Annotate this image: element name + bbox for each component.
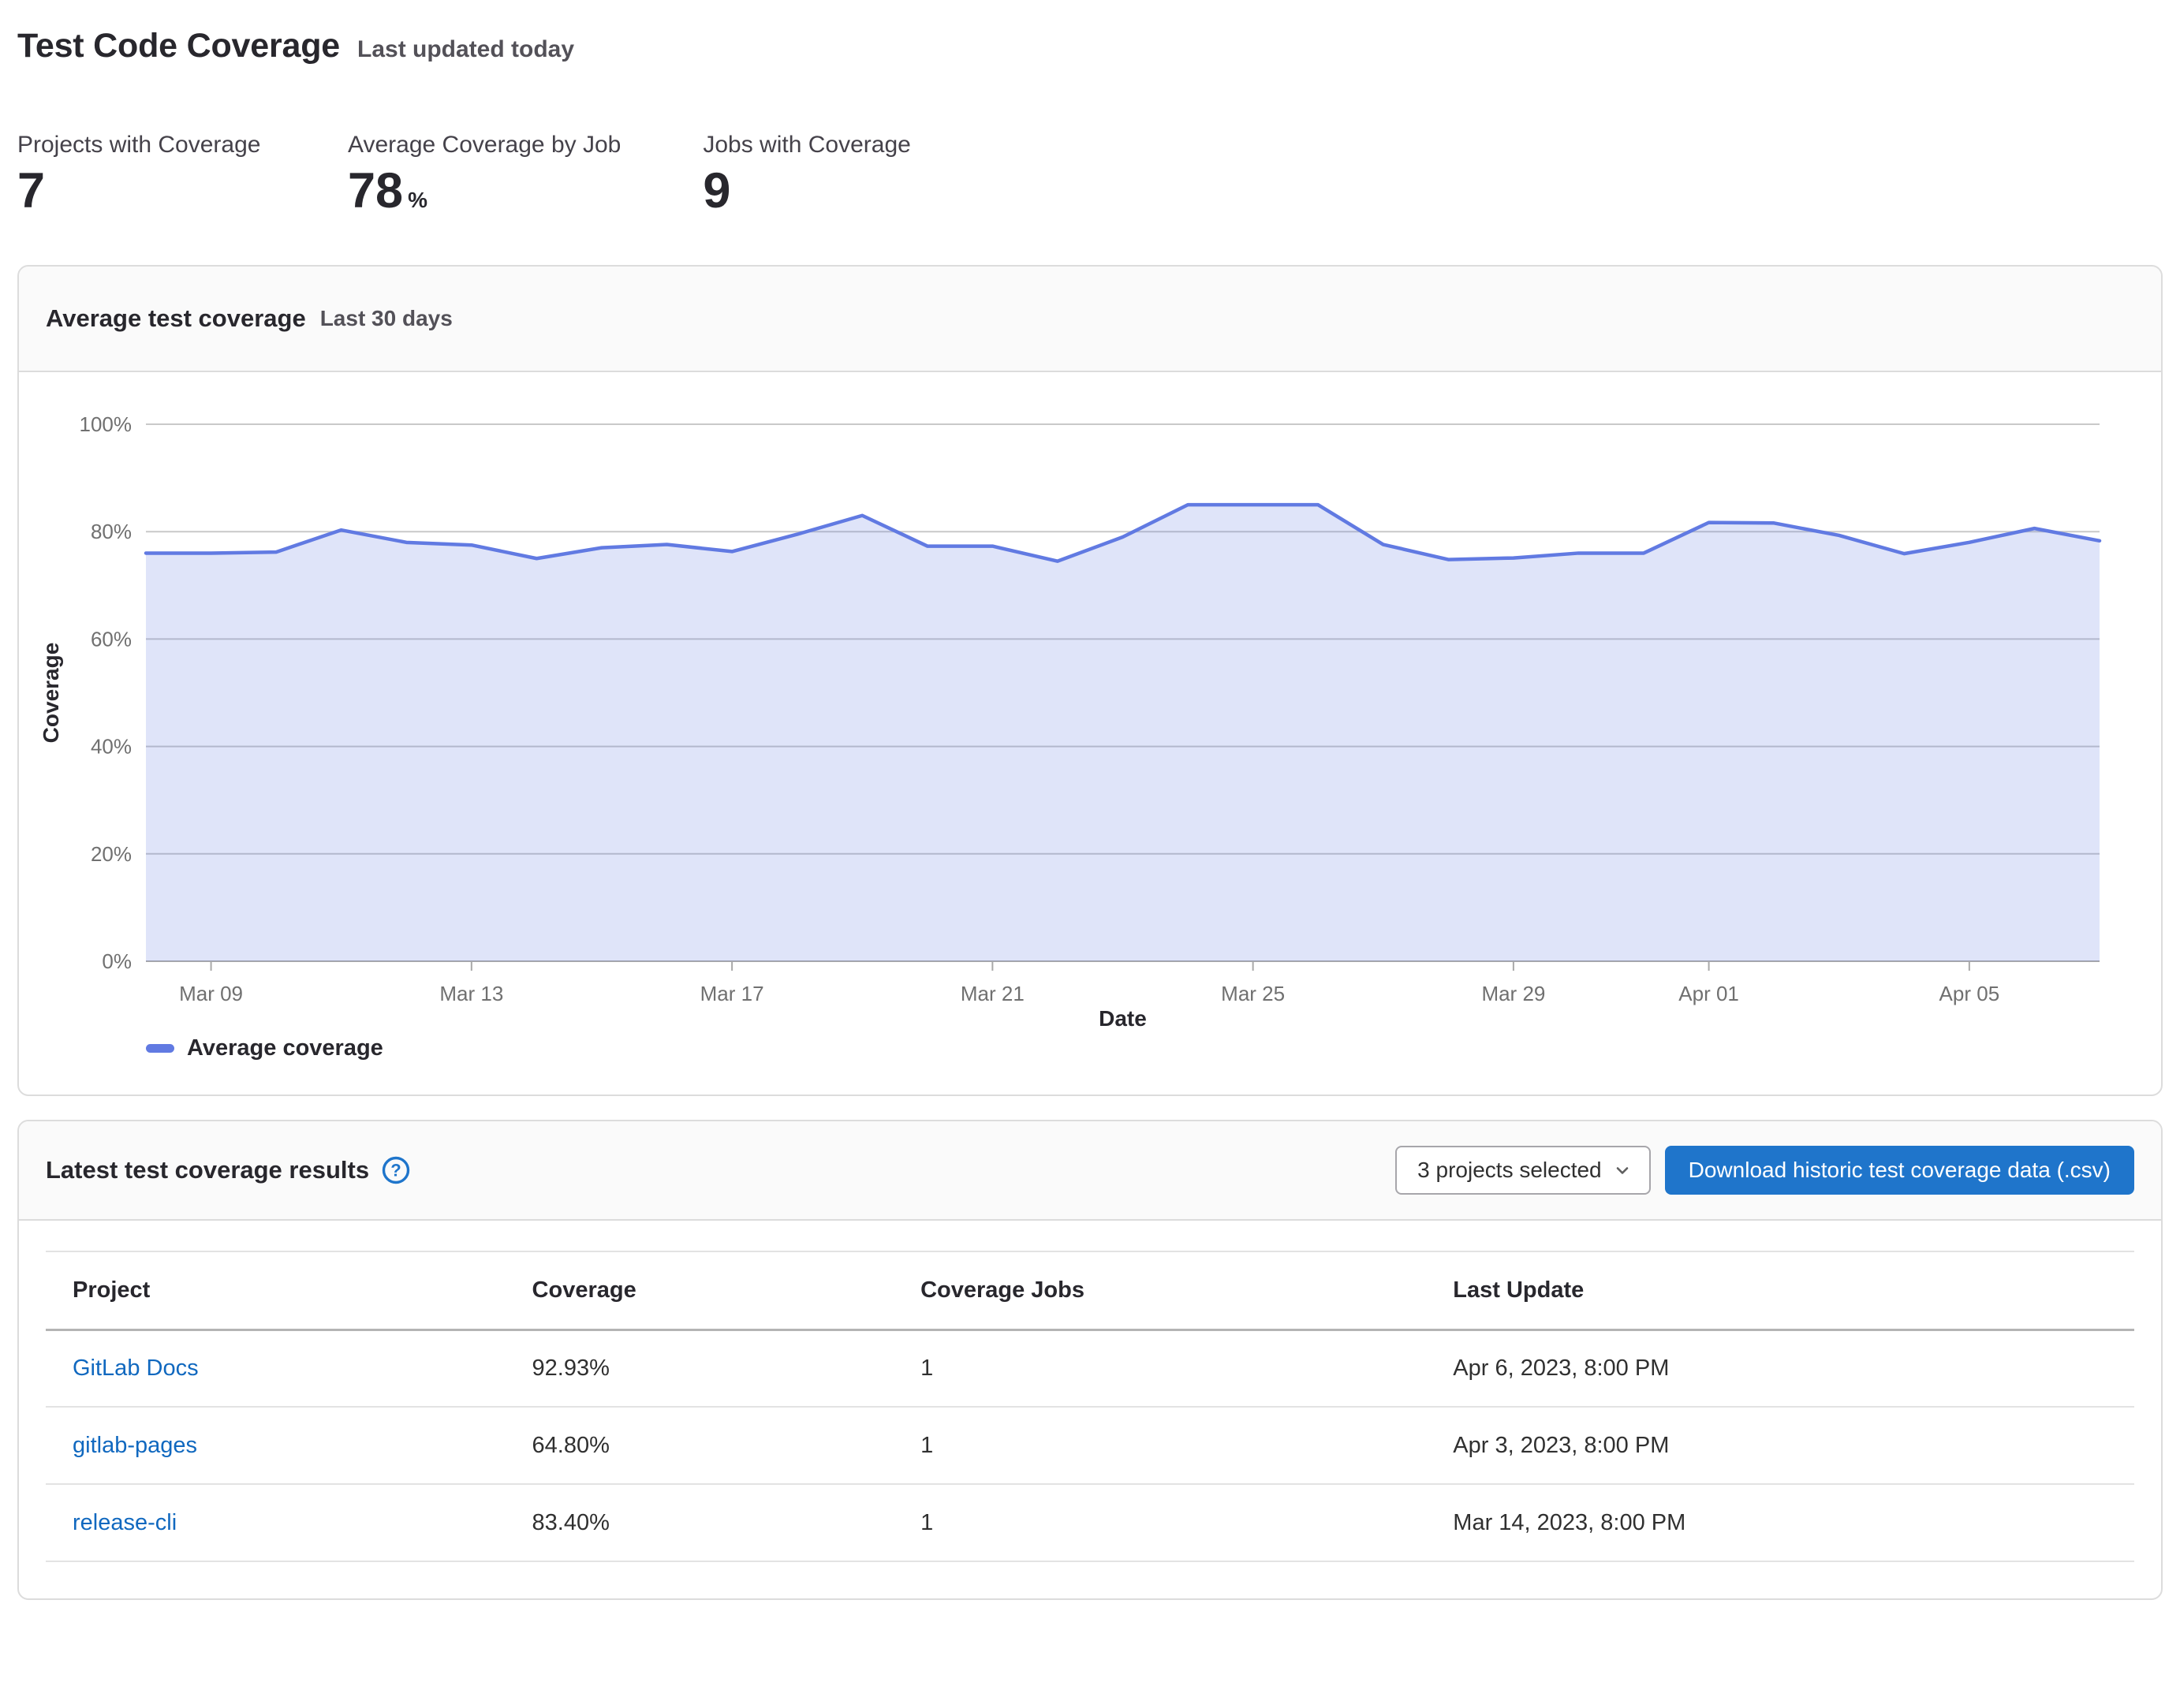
coverage-jobs-cell: 1 [894, 1484, 1426, 1561]
chart-card-title: Average test coverage [46, 304, 306, 333]
chart-card-subtitle: Last 30 days [320, 306, 453, 331]
coverage-results-table: Project Coverage Coverage Jobs Last Upda… [46, 1251, 2134, 1562]
page-subtitle: Last updated today [357, 36, 574, 63]
y-axis-tick-label: 80% [91, 520, 132, 543]
metric-projects-with-coverage: Projects with Coverage 7 [17, 132, 266, 216]
coverage-jobs-cell: 1 [894, 1407, 1426, 1484]
results-card-header: Latest test coverage results ? 3 project… [19, 1121, 2161, 1221]
projects-dropdown[interactable]: 3 projects selected [1395, 1146, 1650, 1195]
metric-label: Average Coverage by Job [348, 132, 621, 158]
x-axis-tick-label: Mar 21 [961, 982, 1025, 1005]
page-header: Test Code Coverage Last updated today [17, 27, 2163, 65]
coverage-area-fill [146, 505, 2100, 961]
column-header-last-update: Last Update [1426, 1251, 2134, 1329]
metric-label: Jobs with Coverage [703, 132, 951, 158]
x-axis-tick-label: Mar 29 [1481, 982, 1545, 1005]
y-axis-tick-label: 100% [80, 412, 133, 436]
y-axis-tick-label: 20% [91, 842, 132, 866]
svg-text:?: ? [390, 1161, 401, 1180]
question-circle-icon[interactable]: ? [380, 1154, 412, 1186]
metric-value: 9 [703, 166, 951, 216]
download-csv-button[interactable]: Download historic test coverage data (.c… [1665, 1146, 2134, 1195]
column-header-coverage: Coverage [506, 1251, 894, 1329]
metric-value: 78% [348, 166, 621, 216]
projects-dropdown-label: 3 projects selected [1417, 1158, 1601, 1183]
y-axis-tick-label: 60% [91, 627, 132, 651]
column-header-project: Project [46, 1251, 506, 1329]
x-axis-tick-label: Mar 13 [439, 982, 503, 1005]
metrics-row: Projects with Coverage 7 Average Coverag… [17, 132, 2163, 216]
metric-jobs-with-coverage: Jobs with Coverage 9 [703, 132, 951, 216]
table-header-row: Project Coverage Coverage Jobs Last Upda… [46, 1251, 2134, 1329]
x-axis-tick-label: Mar 17 [700, 982, 764, 1005]
coverage-cell: 92.93% [506, 1329, 894, 1407]
average-test-coverage-card: Average test coverage Last 30 days 0% 20%… [17, 265, 2163, 1096]
x-axis-title: Date [1099, 1006, 1147, 1031]
y-axis-tick-label: 40% [91, 735, 132, 759]
project-link[interactable]: GitLab Docs [73, 1356, 199, 1381]
project-link[interactable]: release-cli [73, 1510, 177, 1535]
chart-card-header: Average test coverage Last 30 days [19, 267, 2161, 372]
y-axis-title: Coverage [39, 643, 63, 744]
project-link[interactable]: gitlab-pages [73, 1433, 197, 1458]
last-update-cell: Apr 6, 2023, 8:00 PM [1426, 1329, 2134, 1407]
x-axis-tick-label: Mar 25 [1221, 982, 1285, 1005]
x-axis-tick-label: Mar 09 [179, 982, 243, 1005]
coverage-cell: 64.80% [506, 1407, 894, 1484]
latest-results-card: Latest test coverage results ? 3 project… [17, 1120, 2163, 1600]
metric-unit: % [408, 188, 427, 212]
x-axis-tick-label: Apr 05 [1939, 982, 2000, 1005]
x-axis-tick-label: Apr 01 [1678, 982, 1739, 1005]
last-update-cell: Apr 3, 2023, 8:00 PM [1426, 1407, 2134, 1484]
legend-label: Average coverage [187, 1035, 383, 1061]
coverage-chart-svg: 0% 20% 40% 60% 80% 100% Mar 09 Mar 13 Mar 17 Mar … [19, 372, 2163, 1095]
chart-legend[interactable]: Average coverage [146, 1031, 383, 1065]
metric-average-coverage-by-job: Average Coverage by Job 78% [348, 132, 621, 216]
table-row: release-cli 83.40% 1 Mar 14, 2023, 8:00 … [46, 1484, 2134, 1561]
coverage-jobs-cell: 1 [894, 1329, 1426, 1407]
coverage-area-chart[interactable]: 0% 20% 40% 60% 80% 100% Mar 09 Mar 13 Mar 17 Mar … [19, 372, 2161, 1095]
table-row: GitLab Docs 92.93% 1 Apr 6, 2023, 8:00 P… [46, 1329, 2134, 1407]
last-update-cell: Mar 14, 2023, 8:00 PM [1426, 1484, 2134, 1561]
results-toolbar: 3 projects selected Download historic te… [1395, 1146, 2134, 1195]
page-title: Test Code Coverage [17, 27, 340, 65]
results-card-title: Latest test coverage results [46, 1156, 369, 1184]
legend-dash-icon [146, 1044, 174, 1053]
table-row: gitlab-pages 64.80% 1 Apr 3, 2023, 8:00 … [46, 1407, 2134, 1484]
y-axis-tick-label: 0% [102, 949, 132, 973]
column-header-coverage-jobs: Coverage Jobs [894, 1251, 1426, 1329]
metric-value: 7 [17, 166, 266, 216]
chevron-down-icon [1611, 1159, 1633, 1181]
metric-label: Projects with Coverage [17, 132, 266, 158]
coverage-cell: 83.40% [506, 1484, 894, 1561]
